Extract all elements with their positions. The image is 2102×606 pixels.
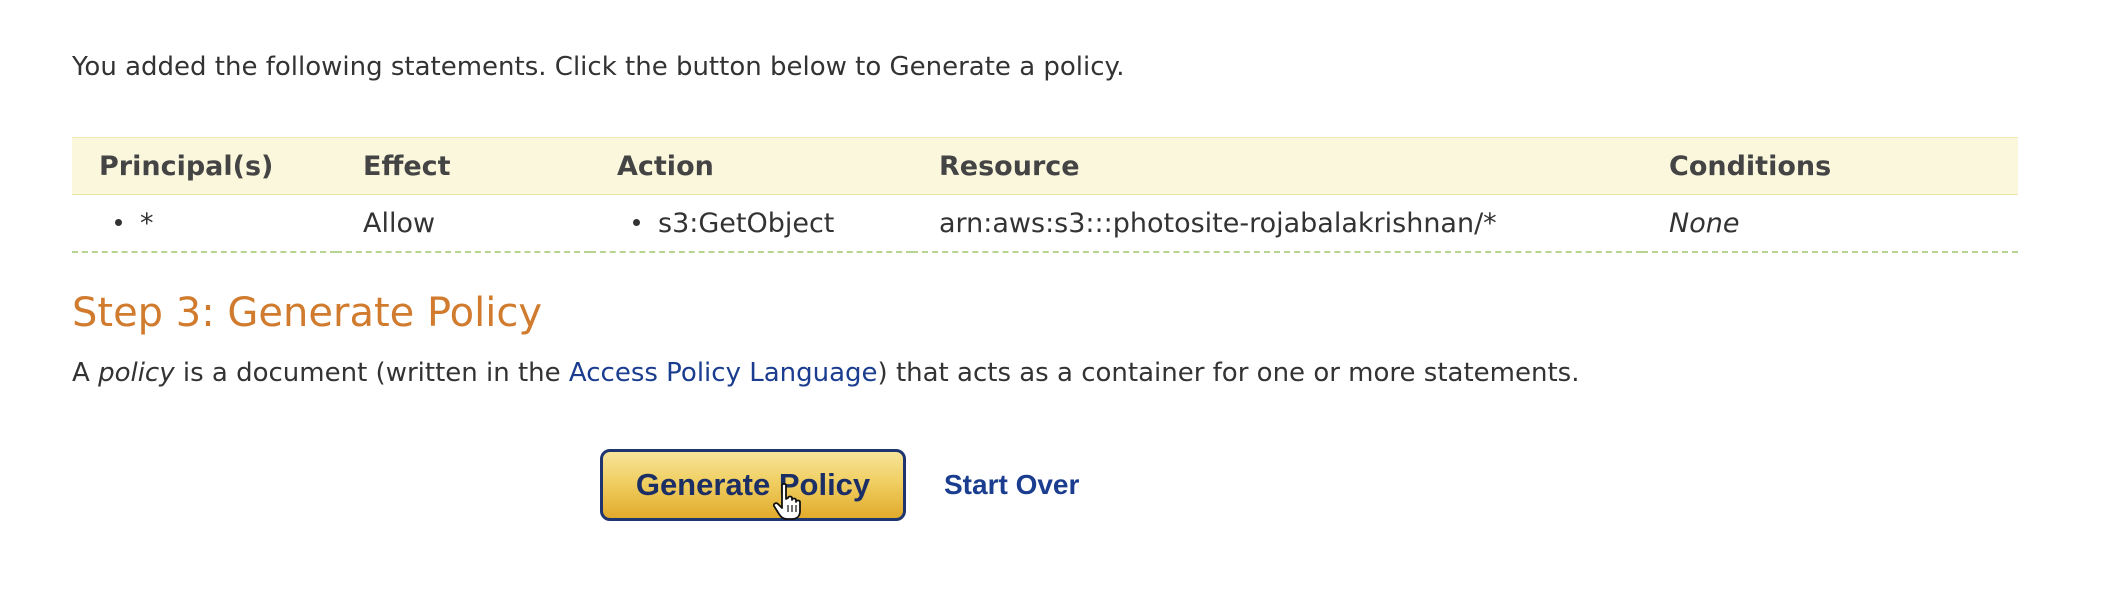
desc-suffix: ) that acts as a container for one or mo… (877, 358, 1580, 388)
desc-prefix: A (72, 358, 99, 388)
policy-description: A policy is a document (written in the A… (72, 358, 1579, 388)
principal-value: * (140, 207, 154, 239)
column-header-effect: Effect (336, 137, 590, 195)
statements-table: Principal(s) Effect Action Resource Cond… (72, 137, 2018, 253)
action-value: s3:GetObject (658, 207, 835, 239)
principal-cell: * (72, 194, 336, 253)
table-row: * Allow s3:GetObject arn:aws:s3:::photos… (72, 194, 2018, 253)
column-header-conditions: Conditions (1642, 137, 2018, 195)
column-header-resource: Resource (912, 137, 1642, 195)
bullet-icon (633, 218, 640, 226)
action-cell: s3:GetObject (590, 194, 912, 253)
column-header-action: Action (590, 137, 912, 195)
column-header-principals: Principal(s) (72, 137, 336, 195)
intro-text: You added the following statements. Clic… (72, 52, 1125, 82)
effect-cell: Allow (336, 194, 590, 253)
hand-pointer-cursor-icon (773, 483, 801, 520)
generate-policy-button[interactable]: Generate Policy (600, 449, 906, 521)
resource-cell: arn:aws:s3:::photosite-rojabalakrishnan/… (912, 194, 1642, 253)
bullet-icon (115, 218, 122, 226)
step3-heading: Step 3: Generate Policy (72, 290, 543, 336)
desc-middle: is a document (written in the (174, 358, 569, 388)
table-header-row: Principal(s) Effect Action Resource Cond… (72, 137, 2018, 195)
conditions-cell: None (1642, 194, 2018, 253)
access-policy-language-link[interactable]: Access Policy Language (569, 358, 878, 388)
desc-italic-policy: policy (98, 358, 175, 388)
start-over-link[interactable]: Start Over (944, 469, 1079, 501)
